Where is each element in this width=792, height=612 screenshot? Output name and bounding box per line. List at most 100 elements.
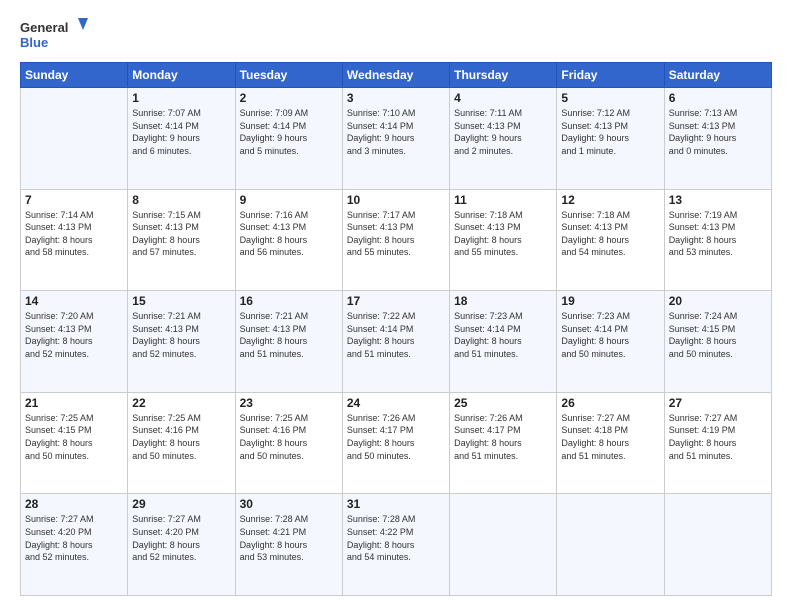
calendar-day-cell: 18Sunrise: 7:23 AM Sunset: 4:14 PM Dayli… xyxy=(450,291,557,393)
calendar-day-cell: 2Sunrise: 7:09 AM Sunset: 4:14 PM Daylig… xyxy=(235,88,342,190)
day-info: Sunrise: 7:17 AM Sunset: 4:13 PM Dayligh… xyxy=(347,209,445,259)
calendar-day-cell xyxy=(450,494,557,596)
calendar-week-row: 21 Sunrise: 7:25 AM Sunset: 4:15 PM Dayli… xyxy=(21,392,772,494)
calendar-day-cell: 22 Sunrise: 7:25 AM Sunset: 4:16 PM Dayli… xyxy=(128,392,235,494)
day-number: 30 xyxy=(240,497,338,511)
day-info: Sunrise: 7:26 AM Sunset: 4:17 PM Dayligh… xyxy=(454,412,552,462)
day-info: Sunrise: 7:07 AM Sunset: 4:14 PM Dayligh… xyxy=(132,107,230,157)
day-info: Sunrise: 7:15 AM Sunset: 4:13 PM Dayligh… xyxy=(132,209,230,259)
day-number: 26 xyxy=(561,396,659,410)
calendar-day-cell xyxy=(557,494,664,596)
page: General Blue SundayMondayTuesdayWednesda… xyxy=(0,0,792,612)
calendar-day-cell: 16 Sunrise: 7:21 AM Sunset: 4:13 PM Dayli… xyxy=(235,291,342,393)
calendar-week-row: 14 Sunrise: 7:20 AM Sunset: 4:13 PM Dayli… xyxy=(21,291,772,393)
calendar-day-cell xyxy=(664,494,771,596)
calendar-day-cell: 4 Sunrise: 7:11 AM Sunset: 4:13 PM Daylig… xyxy=(450,88,557,190)
calendar-day-cell xyxy=(21,88,128,190)
day-info: Sunrise: 7:22 AM Sunset: 4:14 PM Dayligh… xyxy=(347,310,445,360)
day-info: Sunrise: 7:11 AM Sunset: 4:13 PM Dayligh… xyxy=(454,107,552,157)
day-number: 9 xyxy=(240,193,338,207)
day-number: 14 xyxy=(25,294,123,308)
day-number: 1 xyxy=(132,91,230,105)
logo-svg: General Blue xyxy=(20,16,90,54)
weekday-header-cell: Tuesday xyxy=(235,63,342,88)
day-number: 3 xyxy=(347,91,445,105)
calendar-week-row: 28 Sunrise: 7:27 AM Sunset: 4:20 PM Dayli… xyxy=(21,494,772,596)
day-number: 19 xyxy=(561,294,659,308)
day-info: Sunrise: 7:25 AM Sunset: 4:15 PM Dayligh… xyxy=(25,412,123,462)
calendar-day-cell: 11 Sunrise: 7:18 AM Sunset: 4:13 PM Dayli… xyxy=(450,189,557,291)
calendar-day-cell: 24 Sunrise: 7:26 AM Sunset: 4:17 PM Dayli… xyxy=(342,392,449,494)
calendar-day-cell: 26 Sunrise: 7:27 AM Sunset: 4:18 PM Dayli… xyxy=(557,392,664,494)
day-info: Sunrise: 7:19 AM Sunset: 4:13 PM Dayligh… xyxy=(669,209,767,259)
day-info: Sunrise: 7:20 AM Sunset: 4:13 PM Dayligh… xyxy=(25,310,123,360)
day-number: 6 xyxy=(669,91,767,105)
calendar-day-cell: 17 Sunrise: 7:22 AM Sunset: 4:14 PM Dayli… xyxy=(342,291,449,393)
calendar-day-cell: 21 Sunrise: 7:25 AM Sunset: 4:15 PM Dayli… xyxy=(21,392,128,494)
day-info: Sunrise: 7:25 AM Sunset: 4:16 PM Dayligh… xyxy=(132,412,230,462)
day-info: Sunrise: 7:10 AM Sunset: 4:14 PM Dayligh… xyxy=(347,107,445,157)
calendar-day-cell: 5 Sunrise: 7:12 AM Sunset: 4:13 PM Daylig… xyxy=(557,88,664,190)
day-number: 11 xyxy=(454,193,552,207)
calendar-day-cell: 28 Sunrise: 7:27 AM Sunset: 4:20 PM Dayli… xyxy=(21,494,128,596)
day-number: 4 xyxy=(454,91,552,105)
day-info: Sunrise: 7:12 AM Sunset: 4:13 PM Dayligh… xyxy=(561,107,659,157)
day-number: 13 xyxy=(669,193,767,207)
day-number: 12 xyxy=(561,193,659,207)
day-info: Sunrise: 7:25 AM Sunset: 4:16 PM Dayligh… xyxy=(240,412,338,462)
calendar-table: SundayMondayTuesdayWednesdayThursdayFrid… xyxy=(20,62,772,596)
calendar-day-cell: 1 Sunrise: 7:07 AM Sunset: 4:14 PM Daylig… xyxy=(128,88,235,190)
day-number: 23 xyxy=(240,396,338,410)
day-number: 5 xyxy=(561,91,659,105)
day-number: 2 xyxy=(240,91,338,105)
day-info: Sunrise: 7:27 AM Sunset: 4:18 PM Dayligh… xyxy=(561,412,659,462)
weekday-header-cell: Saturday xyxy=(664,63,771,88)
day-number: 31 xyxy=(347,497,445,511)
day-number: 17 xyxy=(347,294,445,308)
day-info: Sunrise: 7:21 AM Sunset: 4:13 PM Dayligh… xyxy=(132,310,230,360)
calendar-week-row: 1 Sunrise: 7:07 AM Sunset: 4:14 PM Daylig… xyxy=(21,88,772,190)
weekday-header-cell: Sunday xyxy=(21,63,128,88)
calendar-day-cell: 20Sunrise: 7:24 AM Sunset: 4:15 PM Dayli… xyxy=(664,291,771,393)
calendar-day-cell: 23 Sunrise: 7:25 AM Sunset: 4:16 PM Dayli… xyxy=(235,392,342,494)
day-number: 15 xyxy=(132,294,230,308)
day-number: 8 xyxy=(132,193,230,207)
day-number: 16 xyxy=(240,294,338,308)
day-info: Sunrise: 7:26 AM Sunset: 4:17 PM Dayligh… xyxy=(347,412,445,462)
calendar-week-row: 7 Sunrise: 7:14 AM Sunset: 4:13 PM Daylig… xyxy=(21,189,772,291)
calendar-day-cell: 31Sunrise: 7:28 AM Sunset: 4:22 PM Dayli… xyxy=(342,494,449,596)
calendar-day-cell: 13 Sunrise: 7:19 AM Sunset: 4:13 PM Dayli… xyxy=(664,189,771,291)
day-info: Sunrise: 7:21 AM Sunset: 4:13 PM Dayligh… xyxy=(240,310,338,360)
calendar-day-cell: 6 Sunrise: 7:13 AM Sunset: 4:13 PM Daylig… xyxy=(664,88,771,190)
calendar-day-cell: 7 Sunrise: 7:14 AM Sunset: 4:13 PM Daylig… xyxy=(21,189,128,291)
day-number: 25 xyxy=(454,396,552,410)
day-info: Sunrise: 7:16 AM Sunset: 4:13 PM Dayligh… xyxy=(240,209,338,259)
day-number: 7 xyxy=(25,193,123,207)
calendar-day-cell: 3 Sunrise: 7:10 AM Sunset: 4:14 PM Daylig… xyxy=(342,88,449,190)
day-info: Sunrise: 7:14 AM Sunset: 4:13 PM Dayligh… xyxy=(25,209,123,259)
day-number: 21 xyxy=(25,396,123,410)
day-number: 27 xyxy=(669,396,767,410)
calendar-day-cell: 27 Sunrise: 7:27 AM Sunset: 4:19 PM Dayli… xyxy=(664,392,771,494)
day-info: Sunrise: 7:13 AM Sunset: 4:13 PM Dayligh… xyxy=(669,107,767,157)
day-info: Sunrise: 7:28 AM Sunset: 4:21 PM Dayligh… xyxy=(240,513,338,563)
day-number: 10 xyxy=(347,193,445,207)
day-info: Sunrise: 7:27 AM Sunset: 4:20 PM Dayligh… xyxy=(25,513,123,563)
calendar-day-cell: 30 Sunrise: 7:28 AM Sunset: 4:21 PM Dayli… xyxy=(235,494,342,596)
calendar-day-cell: 15 Sunrise: 7:21 AM Sunset: 4:13 PM Dayli… xyxy=(128,291,235,393)
day-number: 29 xyxy=(132,497,230,511)
day-number: 20 xyxy=(669,294,767,308)
day-number: 28 xyxy=(25,497,123,511)
weekday-header-cell: Monday xyxy=(128,63,235,88)
day-info: Sunrise: 7:18 AM Sunset: 4:13 PM Dayligh… xyxy=(454,209,552,259)
header: General Blue xyxy=(20,16,772,54)
day-info: Sunrise: 7:18 AM Sunset: 4:13 PM Dayligh… xyxy=(561,209,659,259)
logo: General Blue xyxy=(20,16,90,54)
svg-text:Blue: Blue xyxy=(20,35,48,50)
calendar-day-cell: 10 Sunrise: 7:17 AM Sunset: 4:13 PM Dayli… xyxy=(342,189,449,291)
calendar-day-cell: 12 Sunrise: 7:18 AM Sunset: 4:13 PM Dayli… xyxy=(557,189,664,291)
day-number: 24 xyxy=(347,396,445,410)
calendar-day-cell: 29Sunrise: 7:27 AM Sunset: 4:20 PM Dayli… xyxy=(128,494,235,596)
day-info: Sunrise: 7:27 AM Sunset: 4:19 PM Dayligh… xyxy=(669,412,767,462)
day-number: 22 xyxy=(132,396,230,410)
